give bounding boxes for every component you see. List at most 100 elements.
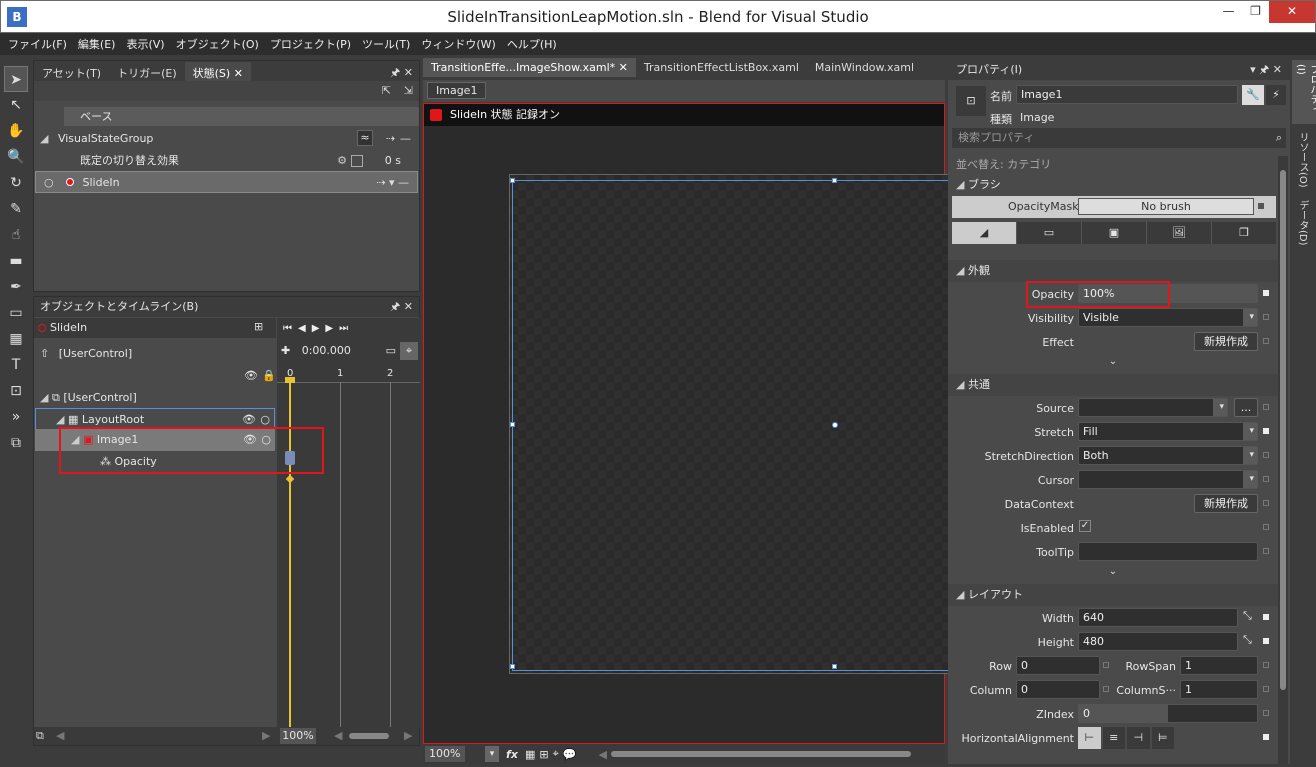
- tab-mainwindow[interactable]: MainWindow.xaml: [807, 58, 922, 77]
- opacity-field[interactable]: 100%: [1078, 284, 1258, 303]
- paint-bucket-icon[interactable]: ☝: [4, 222, 28, 248]
- snap-lines-icon[interactable]: ⌖: [553, 747, 559, 761]
- breadcrumb[interactable]: Image1: [427, 82, 487, 99]
- appearance-section-header[interactable]: ◢ 外観: [948, 260, 1278, 282]
- easing-icon[interactable]: ⚙: [337, 150, 347, 172]
- eyedropper-icon[interactable]: ✎: [4, 196, 28, 222]
- resize-handle-top[interactable]: [832, 178, 837, 183]
- brush-resource-icon[interactable]: ❐: [1211, 222, 1276, 244]
- cursor-dropdown[interactable]: ▾: [1078, 470, 1258, 489]
- pen-tool-icon[interactable]: ✒: [4, 274, 28, 300]
- timeline-area[interactable]: ⏮◀▶▶⏭ ✚ 0:00.000 ▭ ⌖ 0 1 2: [277, 318, 420, 728]
- tab-imageshow[interactable]: TransitionEffe...ImageShow.xaml* ✕: [423, 58, 636, 77]
- layoutroot-lock-icon[interactable]: ○: [260, 409, 270, 431]
- playhead[interactable]: [289, 378, 291, 728]
- image1-lock-icon[interactable]: ○: [261, 429, 271, 451]
- align-stretch-icon[interactable]: ⊨: [1151, 727, 1174, 749]
- align-right-icon[interactable]: ⊣: [1127, 727, 1150, 749]
- timeline-zoom-field[interactable]: 100%: [280, 728, 316, 744]
- close-tab-icon[interactable]: ✕: [234, 67, 243, 80]
- tab-assets[interactable]: アセット(T): [34, 62, 109, 81]
- fx-toggle[interactable]: fx: [503, 748, 521, 761]
- add-state-icon[interactable]: ⇢: [386, 128, 395, 150]
- width-field[interactable]: 640: [1078, 608, 1238, 627]
- solid-brush-icon[interactable]: ▭: [1016, 222, 1081, 244]
- expand-triangle-icon[interactable]: ◢: [40, 128, 48, 150]
- common-section-header[interactable]: ◢ 共通: [948, 374, 1278, 396]
- last-used-asset-icon[interactable]: ⧉: [4, 430, 28, 456]
- add-state-group-icon[interactable]: ⇱: [382, 84, 391, 97]
- resize-handle-tl[interactable]: [510, 178, 515, 183]
- snapping-icon[interactable]: ▭: [386, 340, 396, 362]
- direct-selection-tool-icon[interactable]: ↖: [4, 92, 28, 118]
- tab-states[interactable]: 状態(S) ✕: [184, 62, 251, 81]
- state-radio-icon[interactable]: ○: [44, 172, 54, 194]
- tab-triggers[interactable]: トリガー(E): [109, 62, 185, 81]
- tree-image1[interactable]: ◢ ▣ Image1 👁 ○: [35, 429, 275, 451]
- align-left-icon[interactable]: ⊢: [1078, 727, 1101, 749]
- column-field[interactable]: 0: [1016, 680, 1100, 699]
- row-field[interactable]: 0: [1016, 656, 1100, 675]
- tab-listbox[interactable]: TransitionEffectListBox.xaml: [636, 58, 807, 77]
- zoom-tool-icon[interactable]: 🔍: [4, 144, 28, 170]
- menu-view[interactable]: 表示(V): [126, 36, 164, 52]
- no-brush-icon[interactable]: ◢: [952, 222, 1016, 244]
- gradient-brush-icon[interactable]: ▣: [1081, 222, 1146, 244]
- controls-tool-icon[interactable]: ⊡: [4, 378, 28, 404]
- layoutroot-eye-icon[interactable]: 👁: [242, 409, 256, 431]
- side-tab-data[interactable]: データ(D): [1292, 196, 1313, 256]
- side-tab-properties[interactable]: プロパティ(I): [1292, 60, 1316, 124]
- name-field[interactable]: Image1: [1016, 85, 1238, 104]
- artboard[interactable]: SlideIn 状態 記録オン: [423, 103, 952, 744]
- pin-close-icon[interactable]: 🖈 ✕: [390, 297, 413, 317]
- image1-eye-icon[interactable]: 👁: [243, 429, 257, 451]
- common-expand-icon[interactable]: ⌄: [948, 566, 1278, 582]
- add-keyframe-icon[interactable]: ✚: [281, 344, 290, 357]
- width-auto-icon[interactable]: ⤡: [1243, 609, 1252, 623]
- gradient-tool-icon[interactable]: ▬: [4, 248, 28, 274]
- tree-layoutroot[interactable]: ◢ ▦ LayoutRoot 👁 ○: [35, 408, 275, 430]
- isenabled-checkbox[interactable]: ✓: [1079, 520, 1091, 532]
- menu-project[interactable]: プロジェクト(P): [270, 36, 351, 52]
- tooltip-field[interactable]: [1078, 542, 1258, 561]
- state-menu-icon[interactable]: ⇢ ▾ —: [376, 172, 409, 194]
- image1-selection[interactable]: [512, 180, 952, 671]
- timeline-zoom-icon[interactable]: ⌖: [400, 342, 418, 360]
- height-field[interactable]: 480: [1078, 632, 1238, 651]
- camera-orbit-icon[interactable]: ↻: [4, 170, 28, 196]
- transition-preview-icon[interactable]: ⇲: [404, 84, 413, 97]
- pan-tool-icon[interactable]: ✋: [4, 118, 28, 144]
- state-slidein[interactable]: ○ SlideIn ⇢ ▾ —: [35, 171, 418, 193]
- annotation-icon[interactable]: 💬: [563, 748, 577, 761]
- default-transition-row[interactable]: 既定の切り替え効果 ⚙ 0 s: [34, 150, 419, 172]
- close-icon[interactable]: ✕: [1269, 1, 1315, 23]
- easing-function-icon[interactable]: [351, 155, 363, 167]
- align-center-icon[interactable]: ≡: [1102, 727, 1125, 749]
- source-browse-button[interactable]: ...: [1234, 398, 1258, 417]
- sort-dropdown[interactable]: 並べ替え: カテゴリ: [956, 156, 1051, 172]
- datacontext-new-button[interactable]: 新規作成: [1194, 494, 1258, 513]
- rowspan-field[interactable]: 1: [1180, 656, 1258, 675]
- grid-tool-icon[interactable]: ▦: [4, 326, 28, 352]
- assets-tool-icon[interactable]: »: [4, 404, 28, 430]
- center-point[interactable]: [832, 422, 838, 428]
- menu-help[interactable]: ヘルプ(H): [507, 36, 557, 52]
- opacitymask-brush[interactable]: No brush: [1078, 198, 1254, 215]
- properties-pin-icon[interactable]: ▾ 🖈 ✕: [1250, 60, 1282, 80]
- height-auto-icon[interactable]: ⤡: [1243, 633, 1252, 647]
- menu-window[interactable]: ウィンドウ(W): [421, 36, 495, 52]
- playhead-handle[interactable]: [285, 377, 295, 383]
- timeline-footer-icon[interactable]: ⧉: [36, 729, 44, 743]
- visibility-dropdown[interactable]: Visible ▾: [1078, 308, 1258, 327]
- playback-controls[interactable]: ⏮◀▶▶⏭: [277, 318, 420, 340]
- minimize-icon[interactable]: —: [1215, 1, 1242, 23]
- search-icon[interactable]: ⌕: [1276, 131, 1282, 145]
- stretchdirection-dropdown[interactable]: Both ▾: [1078, 446, 1258, 465]
- zindex-field[interactable]: 0: [1078, 704, 1258, 723]
- visual-state-group[interactable]: ◢ VisualStateGroup ≈ ⇢ —: [34, 128, 419, 150]
- close-doc-icon[interactable]: ✕: [619, 61, 628, 74]
- wrench-icon[interactable]: 🔧: [1242, 85, 1264, 105]
- keyframe-image1[interactable]: [285, 451, 295, 465]
- property-search[interactable]: 検索プロパティ: [952, 128, 1286, 148]
- storyboard-picker[interactable]: SlideIn: [34, 318, 276, 338]
